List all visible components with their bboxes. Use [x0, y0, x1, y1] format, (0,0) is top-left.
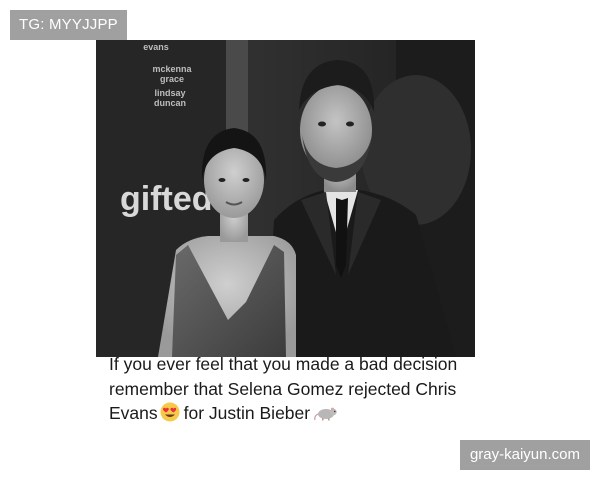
- photo: evans mckenna grace lindsay duncan gifte…: [96, 40, 475, 357]
- page: TG: MYYJJPP evans mckenna grace lindsay …: [0, 0, 600, 480]
- meme-card: evans mckenna grace lindsay duncan gifte…: [96, 40, 496, 440]
- backdrop-text-evans: evans: [143, 42, 169, 52]
- caption-line-1: If you ever feel that you made a bad dec…: [109, 354, 458, 374]
- caption-line-2: remember that Selena Gomez rejected Chri…: [109, 378, 457, 399]
- backdrop-text-lindsay: lindsay: [154, 88, 185, 98]
- rat-icon: [314, 404, 338, 429]
- backdrop-text-mckenna: mckenna: [152, 64, 192, 74]
- caption-line-3-end: for Justin Bieber: [183, 403, 311, 423]
- caption-line-3-start: Evans: [109, 403, 158, 423]
- site-watermark: gray-kaiyun.com: [459, 440, 590, 470]
- heart-eyes-icon: [160, 402, 180, 429]
- backdrop-text-grace: grace: [160, 74, 184, 84]
- gifted-logo: gifted: [120, 180, 213, 218]
- photo-illustration: evans mckenna grace lindsay duncan gifte…: [96, 40, 475, 357]
- caption-line-3: Evans for Justin Bieber: [109, 401, 489, 429]
- backdrop-text-duncan: duncan: [154, 98, 186, 108]
- meme-caption: If you ever feel that you made a bad dec…: [109, 352, 489, 429]
- telegram-tag-badge: TG: MYYJJPP: [10, 10, 127, 40]
